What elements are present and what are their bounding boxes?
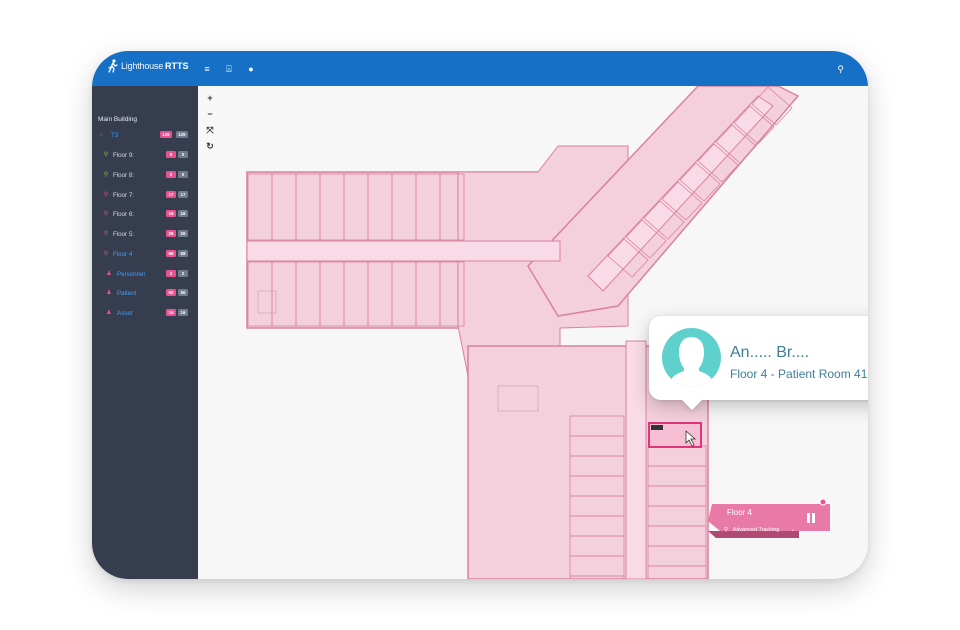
sidebar: Main Building ⌂ T3 129 129 ⚲ Floor 9: 0 0 ⚲ Floor…: [92, 86, 198, 579]
sidebar-item-label: Floor 9:: [113, 151, 134, 159]
sidebar-item[interactable]: ⚲ Floor 6: 16 16: [92, 209, 198, 219]
location-pin-icon: ⚲: [103, 192, 109, 198]
reset-view-button[interactable]: ↻: [204, 140, 216, 152]
total-badge: 16: [178, 309, 188, 316]
sidebar-heading: Main Building: [98, 116, 138, 123]
count-badge: 17: [166, 191, 176, 198]
sidebar-item-label: Floor 5:: [113, 230, 134, 238]
floor-widget-title: Floor 4: [727, 508, 752, 517]
count-badge: 16: [166, 309, 176, 316]
total-badge: 16: [178, 210, 188, 217]
total-badge: 129: [176, 131, 188, 138]
pause-icon[interactable]: [807, 513, 816, 523]
sidebar-item[interactable]: ⚲ Floor 4 68 68: [92, 249, 198, 259]
south-corridor: [625, 340, 647, 579]
location-pin-icon: ⚲: [103, 231, 109, 237]
app-window: Lighthouse RTTS ≡ ⍓ ● ⚲ Main Building ⌂ T…: [92, 51, 868, 579]
west-corridor: [246, 240, 561, 262]
count-badge: 26: [166, 230, 176, 237]
sidebar-item[interactable]: ⌂ T3 129 129: [92, 130, 198, 140]
patient-popup[interactable]: An..... Br.... Floor 4 - Patient Room 41…: [649, 316, 868, 400]
globe-icon[interactable]: ●: [246, 64, 256, 74]
total-badge: 0: [178, 171, 188, 178]
sidebar-item[interactable]: ♟ Asset 16 16: [92, 308, 198, 318]
sidebar-item-label: Patient: [117, 289, 137, 297]
sidebar-item[interactable]: ⚲ Floor 7: 17 17: [92, 190, 198, 200]
building-icon: ⌂: [99, 132, 103, 138]
room-tag: [651, 425, 663, 430]
count-badge: 16: [166, 210, 176, 217]
zoom-controls: + − ⤧ ↻: [204, 92, 216, 152]
sidebar-item[interactable]: ⚲ Floor 5: 26 26: [92, 229, 198, 239]
total-badge: 2: [178, 270, 188, 277]
sidebar-item-label: Floor 8:: [113, 171, 134, 179]
brand-name-main: RTTS: [165, 61, 189, 71]
person-icon: ♟: [106, 290, 112, 296]
person-avatar-icon: [662, 328, 721, 387]
zoom-out-button[interactable]: −: [204, 108, 216, 120]
sidebar-item[interactable]: ⚲ Floor 8: 0 0: [92, 170, 198, 180]
tracking-mode-label: Advanced Tracking: [732, 527, 780, 533]
search-icon[interactable]: ⚲: [837, 64, 844, 75]
count-badge: 129: [160, 131, 172, 138]
brand-name-sub: Lighthouse: [121, 61, 164, 71]
person-icon: ♟: [106, 271, 112, 277]
sidebar-item[interactable]: ♟ Patient 50 50: [92, 288, 198, 298]
sidebar-item-label: T3: [111, 131, 119, 139]
floor-tracking-widget[interactable]: Floor 4 ⚲ Advanced Tracking ⌄: [706, 499, 832, 539]
sidebar-item[interactable]: ⚲ Floor 9: 0 0: [92, 150, 198, 160]
sidebar-item-label: Personnel: [117, 270, 145, 278]
chevron-down-icon: ⌄: [790, 527, 796, 533]
person-location: Floor 4 - Patient Room 4127: [730, 367, 868, 381]
count-badge: 0: [166, 151, 176, 158]
location-pin-icon: ⚲: [103, 251, 109, 257]
menu-icon[interactable]: ≡: [202, 64, 212, 74]
location-pin-icon: ⚲: [103, 152, 109, 158]
fullscreen-button[interactable]: ⤧: [204, 124, 216, 136]
tracking-mode-select[interactable]: ⚲ Advanced Tracking ⌄: [724, 527, 795, 533]
total-badge: 26: [178, 230, 188, 237]
top-navigation-bar: Lighthouse RTTS ≡ ⍓ ● ⚲: [92, 51, 868, 86]
count-badge: 0: [166, 171, 176, 178]
sidebar-item[interactable]: ♟ Personnel 2 2: [92, 269, 198, 279]
person-name: An..... Br....: [730, 344, 810, 361]
total-badge: 50: [178, 289, 188, 296]
lighthouse-runner-icon: [108, 59, 118, 73]
count-badge: 2: [166, 270, 176, 277]
location-pin-icon: ⚲: [103, 211, 109, 217]
sidebar-item-label: Floor 4: [113, 250, 133, 258]
total-badge: 0: [178, 151, 188, 158]
sidebar-item-label: Floor 6:: [113, 210, 134, 218]
count-badge: 68: [166, 250, 176, 257]
count-badge: 50: [166, 289, 176, 296]
person-icon: ♟: [106, 310, 112, 316]
sidebar-item-label: Floor 7:: [113, 191, 134, 199]
location-pin-icon: ⚲: [724, 527, 729, 533]
floor-map[interactable]: + − ⤧ ↻ An..... Br.... Floor 4 - Patient…: [198, 86, 868, 579]
total-badge: 17: [178, 191, 188, 198]
sidebar-item-label: Asset: [117, 309, 133, 317]
location-pin-icon: ⚲: [103, 172, 109, 178]
bell-icon[interactable]: ⍓: [224, 64, 234, 74]
brand-logo[interactable]: Lighthouse RTTS: [108, 59, 189, 73]
total-badge: 68: [178, 250, 188, 257]
zoom-in-button[interactable]: +: [204, 92, 216, 104]
